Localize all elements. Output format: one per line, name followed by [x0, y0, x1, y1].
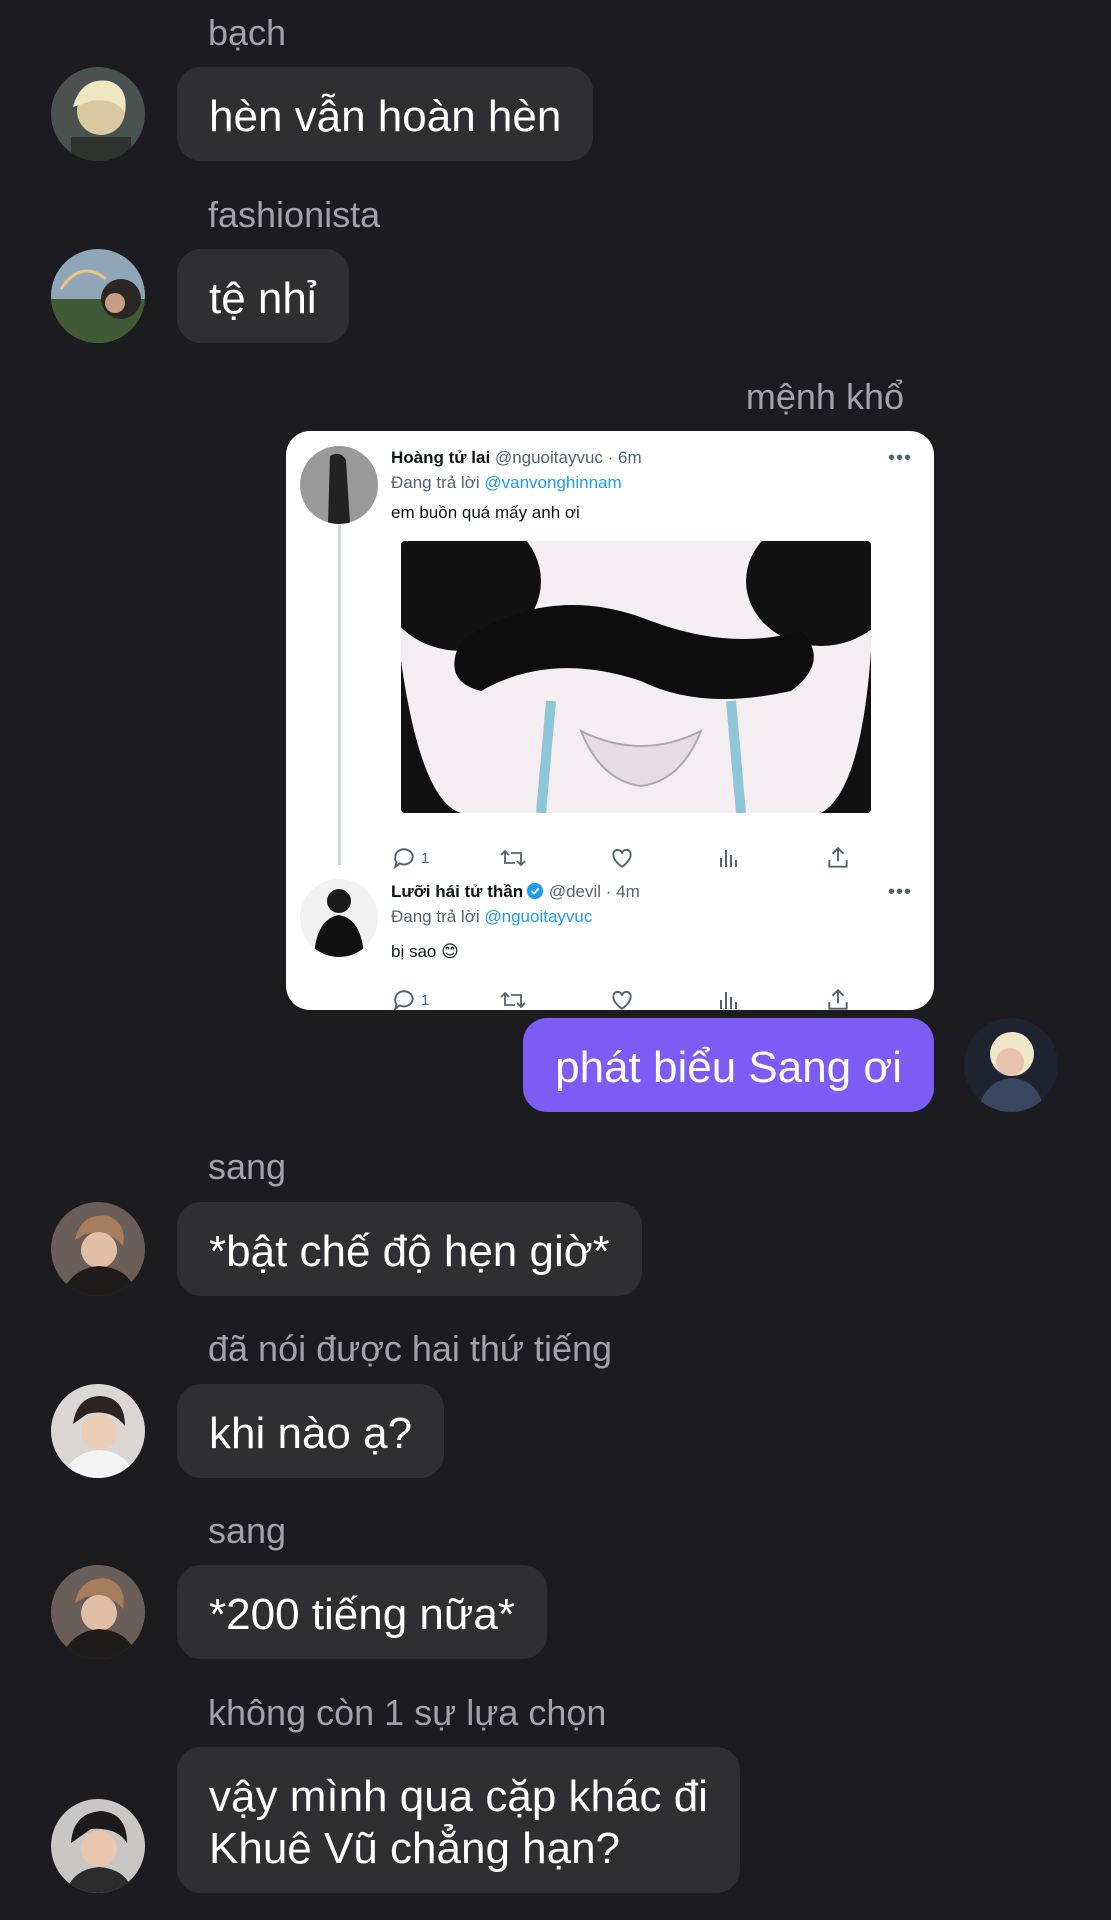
reply-icon — [393, 848, 414, 870]
tweet-reply-line: Đang trả lời @vanvonghinnam — [391, 473, 622, 493]
tweet-handle-time: @nguoitayvuc · 6m — [494, 448, 642, 467]
views-icon[interactable] — [717, 985, 741, 1010]
tweet-screenshot[interactable]: Hoàng tử lai @nguoitayvuc · 6m ••• Đang … — [286, 431, 934, 1010]
reply-count: 1 — [421, 849, 430, 867]
tweet-avatar — [300, 446, 378, 524]
share-icon[interactable] — [825, 843, 851, 873]
thread-line — [338, 525, 341, 865]
reply-action[interactable]: 1 — [391, 843, 429, 873]
sender-name: mệnh khổ — [745, 376, 904, 417]
message-bubble[interactable]: tệ nhỉ — [177, 249, 349, 343]
tweet-reply-line: Đang trả lời @nguoitayvuc — [391, 907, 592, 927]
reply-count: 1 — [421, 991, 430, 1009]
more-icon[interactable]: ••• — [888, 447, 912, 470]
message-bubble[interactable]: hèn vẫn hoàn hèn — [177, 67, 594, 161]
retweet-icon[interactable] — [499, 985, 527, 1010]
retweet-icon[interactable] — [499, 843, 527, 873]
tweet-text: em buồn quá mấy anh ơi — [391, 503, 580, 522]
avatar[interactable] — [51, 1565, 145, 1659]
reply-action[interactable]: 1 — [391, 985, 429, 1010]
tweet-author-name: Lưỡi hái tử thần — [391, 882, 524, 901]
tweet-avatar — [300, 879, 378, 957]
views-icon[interactable] — [717, 843, 741, 873]
sender-name: sang — [208, 1510, 287, 1551]
avatar[interactable] — [51, 1384, 145, 1478]
reply-icon — [393, 990, 414, 1010]
message-bubble[interactable]: vậy mình qua cặp khác đi Khuê Vũ chẳng h… — [177, 1747, 740, 1893]
avatar[interactable] — [51, 249, 145, 343]
tweet-author-name: Hoàng tử lai — [391, 448, 491, 467]
mention-link[interactable]: @nguoitayvuc — [484, 907, 592, 926]
tweet-handle-time: @devil · 4m — [548, 882, 640, 901]
reply-prefix: Đang trả lời — [391, 907, 480, 926]
sender-name: không còn 1 sự lựa chọn — [208, 1692, 607, 1733]
sender-name: sang — [208, 1146, 287, 1187]
my-message-bubble[interactable]: phát biểu Sang ơi — [523, 1018, 934, 1112]
avatar[interactable] — [51, 1202, 145, 1296]
tweet-header: Hoàng tử lai @nguoitayvuc · 6m — [391, 448, 642, 468]
message-bubble[interactable]: khi nào ạ? — [177, 1384, 445, 1478]
message-bubble[interactable]: *bật chế độ hẹn giờ* — [177, 1202, 642, 1296]
tweet-header: Lưỡi hái tử thần @devil · 4m — [391, 882, 640, 902]
verified-icon — [526, 882, 544, 900]
avatar[interactable] — [51, 67, 145, 161]
mention-link[interactable]: @vanvonghinnam — [484, 473, 621, 492]
message-line: vậy mình qua cặp khác đi — [209, 1772, 708, 1821]
more-icon[interactable]: ••• — [888, 881, 912, 904]
meme-image — [401, 541, 871, 813]
tweet-text: bị sao 😊 — [391, 942, 459, 961]
tweet-actions: 1 — [391, 843, 861, 873]
message-bubble[interactable]: *200 tiếng nữa* — [177, 1565, 547, 1659]
like-icon[interactable] — [609, 985, 635, 1010]
sender-name: đã nói được hai thứ tiếng — [208, 1328, 613, 1369]
tweet-actions: 1 — [391, 985, 861, 1010]
reply-prefix: Đang trả lời — [391, 473, 480, 492]
message-line: Khuê Vũ chẳng hạn? — [209, 1824, 621, 1873]
share-icon[interactable] — [825, 985, 851, 1010]
like-icon[interactable] — [609, 843, 635, 873]
sender-name: fashionista — [208, 194, 381, 235]
sender-name: bạch — [208, 12, 287, 53]
avatar[interactable] — [51, 1799, 145, 1893]
my-avatar[interactable] — [964, 1018, 1058, 1112]
